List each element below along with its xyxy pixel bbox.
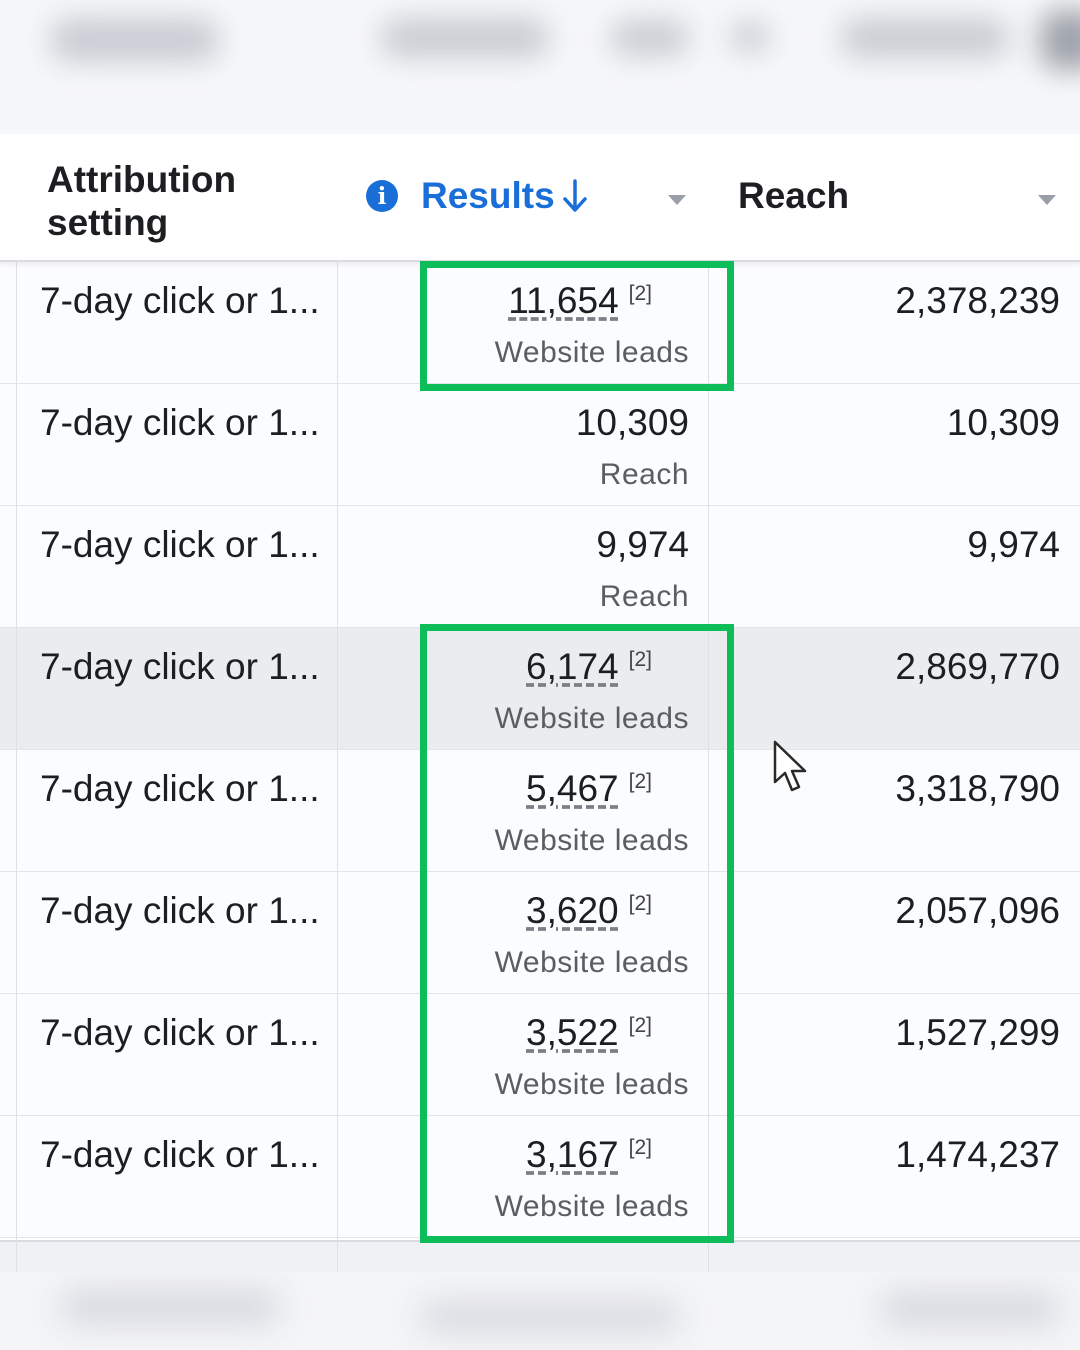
reach-value: 10,309: [946, 402, 1060, 443]
table-footer-strip: [0, 1240, 1080, 1274]
results-value: 9,974: [596, 524, 689, 566]
attribution-cell: 7-day click or 1...: [40, 402, 320, 443]
results-label[interactable]: Results: [421, 175, 555, 217]
info-icon[interactable]: i: [366, 180, 398, 212]
reach-value: 9,974: [967, 524, 1060, 565]
table-row[interactable]: 7-day click or 1... 9,974 Reach 9,974: [0, 506, 1080, 628]
reach-value: 2,869,770: [895, 646, 1060, 687]
blurred-footer: [0, 1272, 1080, 1350]
reach-value: 2,378,239: [895, 280, 1060, 321]
highlight-box-top: [420, 261, 734, 391]
mouse-pointer-icon: [773, 740, 807, 792]
reach-column-menu-caret-icon[interactable]: [1038, 195, 1056, 205]
column-divider: [16, 262, 17, 1272]
attribution-cell: 7-day click or 1...: [40, 280, 320, 321]
blurred-toolbar: [0, 0, 1080, 134]
highlight-box-bottom: [420, 624, 734, 1243]
column-header-results[interactable]: i Results: [366, 174, 589, 218]
sort-down-arrow-icon[interactable]: [561, 177, 589, 215]
reach-value: 2,057,096: [895, 890, 1060, 931]
table-row[interactable]: 7-day click or 1... 10,309 Reach 10,309: [0, 384, 1080, 506]
attribution-cell: 7-day click or 1...: [40, 524, 320, 565]
result-type-label: Reach: [599, 580, 689, 613]
table-header: Attribution setting i Results Reach: [0, 134, 1080, 262]
attribution-cell: 7-day click or 1...: [40, 646, 320, 687]
attribution-cell: 7-day click or 1...: [40, 1012, 320, 1053]
results-column-menu-caret-icon[interactable]: [668, 195, 686, 205]
reach-value: 1,527,299: [895, 1012, 1060, 1053]
attribution-cell: 7-day click or 1...: [40, 1134, 320, 1175]
results-number: 9,974: [596, 524, 689, 565]
column-divider: [337, 262, 338, 1272]
reach-value: 1,474,237: [895, 1134, 1060, 1175]
results-number: 10,309: [575, 402, 689, 443]
result-type-label: Reach: [599, 458, 689, 491]
reach-value: 3,318,790: [895, 768, 1060, 809]
results-value: 10,309: [576, 402, 689, 444]
attribution-cell: 7-day click or 1...: [40, 890, 320, 931]
column-header-attribution-setting[interactable]: Attribution setting: [47, 158, 307, 244]
column-header-reach[interactable]: Reach: [738, 174, 849, 218]
attribution-cell: 7-day click or 1...: [40, 768, 320, 809]
